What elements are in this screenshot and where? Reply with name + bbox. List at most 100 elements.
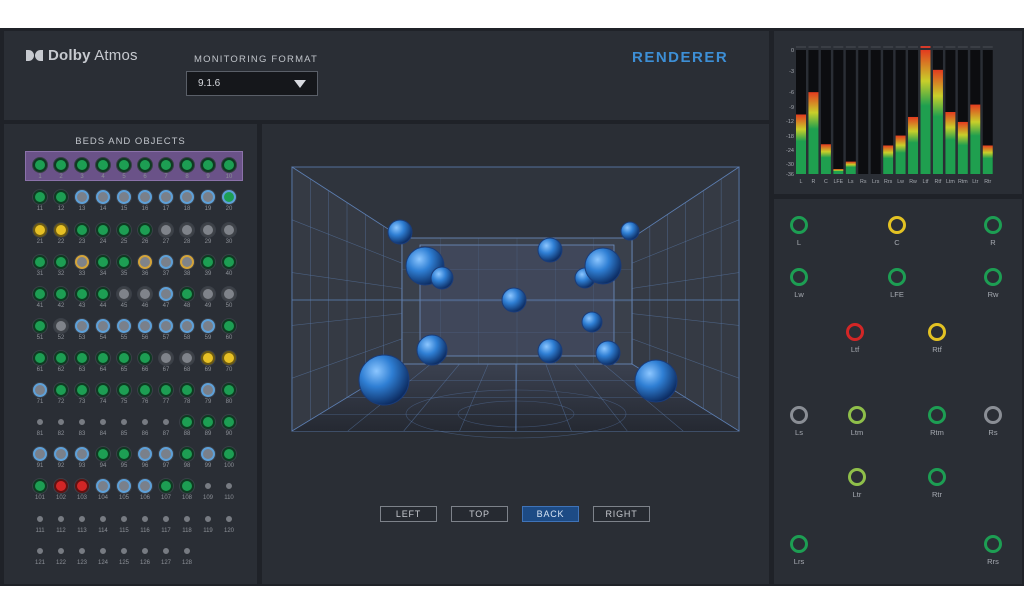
- speaker-ltm[interactable]: Ltm: [837, 406, 877, 450]
- audio-object[interactable]: [537, 237, 563, 263]
- meter-peak: [982, 46, 993, 48]
- speaker-ls[interactable]: Ls: [779, 406, 819, 450]
- channel-indicator: [75, 255, 89, 269]
- meter-peak: [796, 46, 806, 48]
- audio-object[interactable]: [387, 219, 413, 245]
- channel-number: 100: [223, 463, 234, 469]
- object-channel[interactable]: 30: [219, 223, 239, 248]
- meter-peak: [920, 46, 931, 48]
- view-left-button[interactable]: LEFT: [380, 506, 437, 522]
- speaker-rtf[interactable]: Rtf: [917, 323, 957, 367]
- object-channel[interactable]: 70: [219, 351, 239, 376]
- audio-object[interactable]: [620, 221, 640, 241]
- speaker-c[interactable]: C: [877, 216, 917, 260]
- channel-indicator: [201, 287, 215, 301]
- channel-indicator: [77, 546, 87, 556]
- view-top-button[interactable]: TOP: [451, 506, 508, 522]
- audio-object[interactable]: [581, 311, 603, 333]
- channel-indicator: [119, 546, 129, 556]
- channel-indicator: [201, 447, 215, 461]
- channel-indicator: [201, 351, 215, 365]
- channel-indicator: [56, 514, 66, 524]
- speaker-rs[interactable]: Rs: [973, 406, 1013, 450]
- meter-bar: [945, 112, 956, 174]
- audio-object[interactable]: [634, 359, 678, 403]
- channel-indicator: [33, 223, 47, 237]
- audio-object[interactable]: [595, 340, 621, 366]
- audio-object[interactable]: [537, 338, 563, 364]
- channel-number: 20: [225, 206, 233, 212]
- channel-indicator: [33, 255, 47, 269]
- channel-indicator: [140, 514, 150, 524]
- meter-track: [858, 50, 869, 174]
- speaker-ltr[interactable]: Ltr: [837, 468, 877, 512]
- object-channel[interactable]: 100: [219, 447, 239, 472]
- speaker-lrs[interactable]: Lrs: [779, 535, 819, 579]
- channel-indicator: [201, 415, 215, 429]
- object-channel[interactable]: 110: [219, 479, 239, 504]
- dolby-atmos-logo: Dolby Atmos: [26, 47, 138, 64]
- speaker-indicator: [846, 323, 864, 341]
- meter-bar: [808, 92, 819, 174]
- speaker-indicator: [984, 216, 1002, 234]
- channel-indicator: [35, 546, 45, 556]
- renderer-app: Dolby Atmos MONITORING FORMAT 9.1.6 REND…: [0, 28, 1024, 586]
- logo-text: Dolby Atmos: [48, 47, 138, 64]
- speaker-indicator: [984, 268, 1002, 286]
- speaker-rw[interactable]: Rw: [973, 268, 1013, 312]
- audio-object[interactable]: [501, 287, 527, 313]
- speaker-rrs[interactable]: Rrs: [973, 535, 1013, 579]
- object-grid: 1 2 3 4 5 6 7 8 9 10 11 12 13 14 15 16 17 18 19 20 21 22 23 24 2…: [4, 124, 257, 584]
- channel-indicator: [33, 351, 47, 365]
- audio-object[interactable]: [416, 334, 448, 366]
- object-channel[interactable]: 120: [219, 512, 239, 537]
- audio-object[interactable]: [358, 354, 410, 406]
- monitoring-format-select[interactable]: 9.1.6: [186, 71, 318, 96]
- meter-channel-label: Rw: [909, 179, 917, 185]
- speaker-r[interactable]: R: [973, 216, 1013, 260]
- speaker-lfe[interactable]: LFE: [877, 268, 917, 312]
- channel-indicator: [75, 287, 89, 301]
- channel-indicator: [54, 223, 68, 237]
- speaker-label: Rw: [987, 290, 999, 299]
- meter-peak: [870, 46, 881, 48]
- channel-indicator: [138, 255, 152, 269]
- meter-peak: [932, 46, 943, 48]
- meter-peak: [845, 46, 856, 48]
- object-channel[interactable]: 128: [177, 544, 197, 569]
- channel-indicator: [75, 223, 89, 237]
- channel-indicator: [159, 287, 173, 301]
- channel-indicator: [201, 223, 215, 237]
- view-back-button[interactable]: BACK: [522, 506, 579, 522]
- channel-number: 70: [225, 367, 233, 373]
- object-channel[interactable]: 10: [219, 158, 239, 183]
- object-channel[interactable]: 80: [219, 383, 239, 408]
- audio-object[interactable]: [584, 247, 622, 285]
- object-channel[interactable]: 60: [219, 319, 239, 344]
- speaker-label: Lrs: [793, 557, 805, 566]
- channel-indicator: [159, 447, 173, 461]
- meter-peak: [895, 46, 906, 48]
- view-right-button[interactable]: RIGHT: [593, 506, 650, 522]
- channel-indicator: [54, 255, 68, 269]
- channel-indicator: [54, 158, 68, 172]
- channel-indicator: [54, 287, 68, 301]
- speaker-rtr[interactable]: Rtr: [917, 468, 957, 512]
- object-channel[interactable]: 50: [219, 287, 239, 312]
- speaker-rtm[interactable]: Rtm: [917, 406, 957, 450]
- audio-object[interactable]: [430, 266, 454, 290]
- speaker-l[interactable]: L: [779, 216, 819, 260]
- channel-number: 50: [225, 303, 233, 309]
- object-channel[interactable]: 40: [219, 255, 239, 280]
- speaker-ltf[interactable]: Ltf: [835, 323, 875, 367]
- channel-indicator: [33, 319, 47, 333]
- channel-indicator: [77, 514, 87, 524]
- speaker-lw[interactable]: Lw: [779, 268, 819, 312]
- channel-indicator: [117, 447, 131, 461]
- object-channel[interactable]: 90: [219, 415, 239, 440]
- room-3d-view[interactable]: [262, 124, 769, 484]
- object-channel[interactable]: 20: [219, 190, 239, 215]
- channel-indicator: [117, 319, 131, 333]
- meter-channel-label: Ltf: [923, 179, 929, 185]
- channel-indicator: [96, 287, 110, 301]
